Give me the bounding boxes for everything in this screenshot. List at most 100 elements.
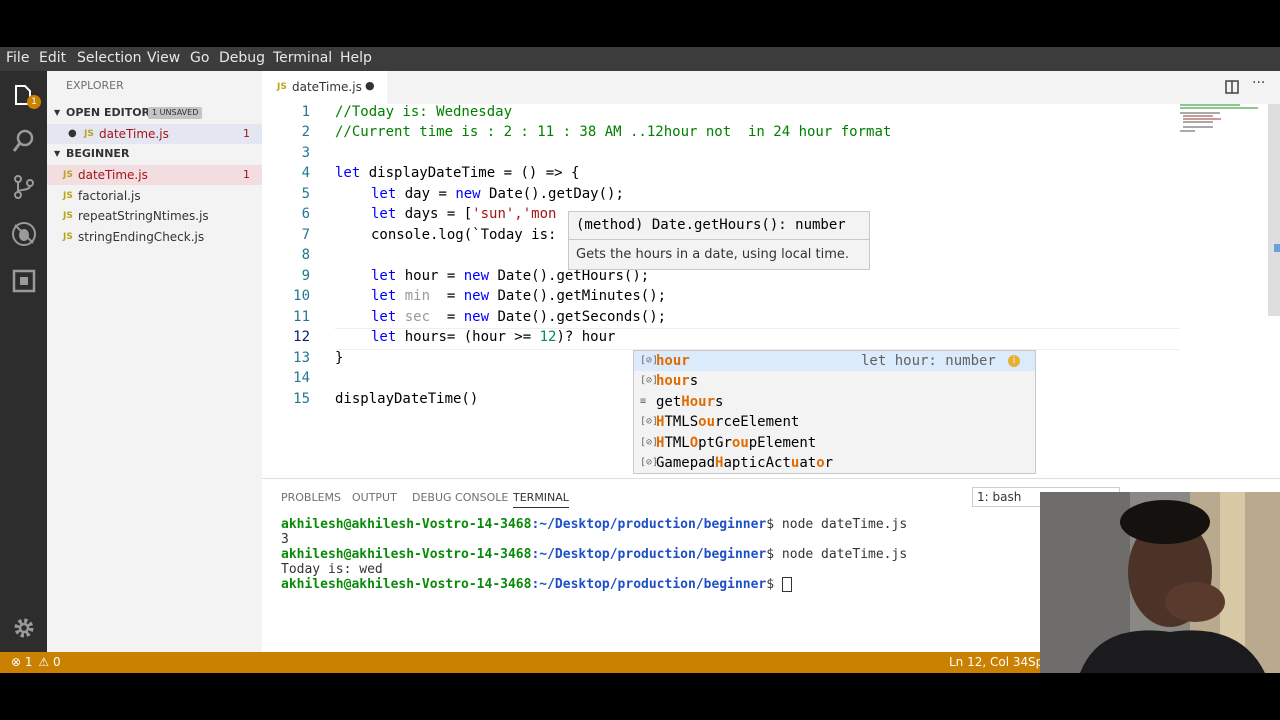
label-text: apticAct bbox=[723, 455, 791, 471]
code-text: = bbox=[438, 309, 464, 325]
label-text: s bbox=[715, 394, 724, 410]
error-count: 1 bbox=[243, 127, 250, 140]
suggestion-label: getHours bbox=[656, 392, 723, 412]
terminal-select-value: 1: bash bbox=[977, 490, 1022, 504]
folder-header[interactable]: ▼ BEGINNER bbox=[47, 144, 262, 164]
autocomplete-suggest[interactable]: [⊘] hour let hour: number i [⊘] hours ≡ … bbox=[633, 350, 1036, 474]
code-text: Date().getSeconds(); bbox=[489, 309, 667, 325]
match-highlight: Hour bbox=[681, 394, 716, 410]
error-count: 1 bbox=[243, 168, 250, 181]
more-actions-icon[interactable]: ··· bbox=[1252, 75, 1265, 91]
file-item[interactable]: JS repeatStringNtimes.js bbox=[47, 206, 262, 226]
debug-icon[interactable] bbox=[11, 221, 37, 247]
menu-file[interactable]: File bbox=[6, 50, 29, 66]
extensions-icon[interactable] bbox=[11, 268, 37, 294]
terminal-line[interactable]: akhilesh@akhilesh-Vostro-14-3468:~/Deskt… bbox=[281, 577, 792, 592]
code-text: displayDateTime = () => { bbox=[360, 165, 580, 181]
keyword: let bbox=[371, 206, 397, 222]
explorer-badge: 1 bbox=[27, 95, 41, 109]
dirty-dot-icon: ● bbox=[68, 128, 77, 139]
menu-terminal[interactable]: Terminal bbox=[273, 50, 332, 66]
terminal-prompt-user: akhilesh@akhilesh-Vostro-14-3468 bbox=[281, 547, 532, 562]
menu-view[interactable]: View bbox=[147, 50, 180, 66]
code-line: console.log(`Today is: bbox=[371, 227, 557, 243]
split-editor-icon[interactable] bbox=[1225, 79, 1239, 94]
terminal-prompt-user: akhilesh@akhilesh-Vostro-14-3468 bbox=[281, 517, 532, 532]
editor-scrollbar[interactable] bbox=[1268, 104, 1280, 316]
code-line: //Today is: Wednesday bbox=[335, 104, 513, 120]
line-number: 4 bbox=[301, 165, 310, 181]
menu-bar: File Edit Selection View Go Debug Termin… bbox=[0, 47, 1280, 71]
terminal-command: $ bbox=[766, 577, 782, 592]
keyword: let bbox=[335, 165, 361, 181]
source-control-icon[interactable] bbox=[11, 174, 37, 200]
tab-terminal[interactable]: TERMINAL bbox=[513, 491, 569, 508]
terminal-prompt-path: :~/Desktop/production/beginner bbox=[531, 577, 767, 592]
line-number: 1 bbox=[301, 104, 310, 120]
problems-indicator[interactable]: ⊗ 1 ⚠ 0 bbox=[11, 655, 61, 669]
match-highlight: ou bbox=[731, 435, 749, 451]
unsaved-dot-icon[interactable]: ● bbox=[365, 79, 375, 92]
code-line: let hours= (hour >= 12)? hour bbox=[371, 329, 615, 345]
chevron-down-icon: ▼ bbox=[54, 149, 61, 158]
tab-debug-console[interactable]: DEBUG CONSOLE bbox=[412, 491, 508, 504]
keyword: new bbox=[463, 309, 490, 325]
file-item[interactable]: JS factorial.js bbox=[47, 186, 262, 206]
open-editor-item[interactable]: ● JS dateTime.js 1 bbox=[47, 124, 262, 144]
label-text: TML bbox=[664, 435, 690, 451]
line-number: 14 bbox=[293, 370, 310, 386]
js-file-icon: JS bbox=[63, 191, 73, 201]
js-file-icon: JS bbox=[84, 129, 94, 139]
suggestion-item[interactable]: [⊘] hours bbox=[634, 371, 1035, 391]
tab-datetime[interactable]: JS dateTime.js ● bbox=[262, 71, 387, 104]
suggestion-label: GamepadHapticActuator bbox=[656, 453, 833, 473]
chevron-down-icon: ▼ bbox=[54, 108, 61, 117]
terminal-command: $ node dateTime.js bbox=[766, 517, 908, 532]
keyword: let bbox=[371, 329, 397, 345]
file-item[interactable]: JS stringEndingCheck.js bbox=[47, 227, 262, 247]
explorer-icon[interactable]: 1 bbox=[11, 83, 41, 109]
menu-help[interactable]: Help bbox=[340, 50, 372, 66]
tab-problems[interactable]: PROBLEMS bbox=[281, 491, 341, 504]
code-line: displayDateTime() bbox=[335, 391, 479, 407]
tab-output[interactable]: OUTPUT bbox=[352, 491, 397, 504]
file-name: factorial.js bbox=[78, 189, 141, 203]
menu-debug[interactable]: Debug bbox=[219, 50, 265, 66]
line-number: 11 bbox=[293, 309, 310, 325]
suggestion-label: hour bbox=[656, 351, 690, 371]
webcam-overlay bbox=[1040, 492, 1280, 673]
hover-tooltip: (method) Date.getHours(): number Gets th… bbox=[568, 211, 870, 270]
keyword: new bbox=[463, 288, 490, 304]
suggestion-label: hours bbox=[656, 371, 698, 391]
info-icon[interactable]: i bbox=[1008, 355, 1020, 367]
suggestion-item[interactable]: ≡ getHours bbox=[634, 392, 1035, 412]
minimap[interactable] bbox=[1180, 104, 1270, 144]
terminal-command: $ node dateTime.js bbox=[766, 547, 908, 562]
keyword: let bbox=[371, 268, 397, 284]
code-line: let min = new Date().getMinutes(); bbox=[371, 288, 666, 304]
label-text: get bbox=[656, 394, 682, 410]
line-number: 8 bbox=[301, 247, 310, 263]
js-file-icon: JS bbox=[63, 232, 73, 242]
line-number: 6 bbox=[301, 206, 310, 222]
suggestion-detail: let hour: number bbox=[861, 353, 996, 369]
settings-gear-icon[interactable] bbox=[11, 616, 37, 642]
suggestion-item-selected[interactable]: [⊘] hour let hour: number i bbox=[634, 351, 1035, 371]
file-item[interactable]: JS dateTime.js 1 bbox=[47, 165, 262, 185]
suggestion-item[interactable]: [⊘] GamepadHapticActuator bbox=[634, 453, 1035, 473]
menu-edit[interactable]: Edit bbox=[39, 50, 66, 66]
search-icon[interactable] bbox=[11, 128, 37, 154]
suggestion-label: HTMLSourceElement bbox=[656, 412, 799, 432]
code-text: Date().getDay(); bbox=[480, 186, 624, 202]
cursor-position[interactable]: Ln 12, Col 34 bbox=[949, 655, 1028, 669]
js-file-icon: JS bbox=[277, 82, 287, 92]
terminal-cursor bbox=[781, 577, 792, 592]
suggestion-item[interactable]: [⊘] HTMLSourceElement bbox=[634, 412, 1035, 432]
open-editors-header[interactable]: ▼ OPEN EDITORS 1 UNSAVED bbox=[47, 103, 262, 123]
editor-tab-bar: JS dateTime.js ● ··· bbox=[262, 71, 1280, 104]
suggestion-item[interactable]: [⊘] HTMLOptGroupElement bbox=[634, 433, 1035, 453]
line-number: 7 bbox=[301, 227, 310, 243]
string-literal: 'sun','mon bbox=[472, 206, 557, 222]
menu-go[interactable]: Go bbox=[190, 50, 209, 66]
menu-selection[interactable]: Selection bbox=[77, 50, 142, 66]
